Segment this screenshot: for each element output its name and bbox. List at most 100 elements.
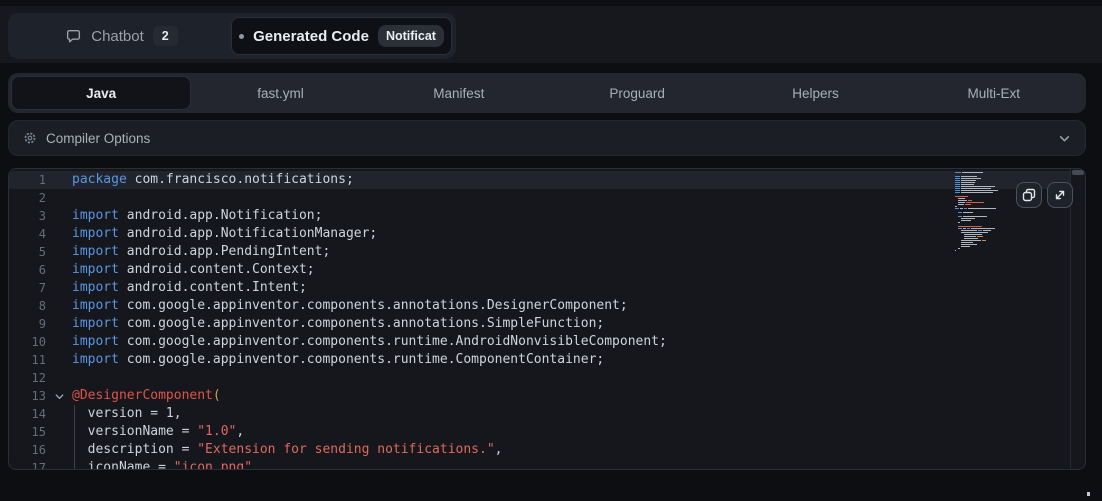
minimap-segment [958,204,964,205]
code-token: import [72,262,119,277]
code-line[interactable]: 5import android.app.PendingIntent; [9,243,1070,261]
header-tab-generated-code[interactable]: Generated CodeNotificat [231,17,452,55]
code-text: import android.content.Context; [72,261,315,279]
gutter-spacer [46,459,72,470]
line-number: 12 [9,369,46,387]
code-token: com.google.appinventor.components.annota… [119,316,604,331]
gutter-spacer [46,243,72,261]
chat-bubble-icon [65,28,82,45]
line-number: 7 [9,279,46,297]
file-tab-bar: Javafast.yml Manifest Proguard Helpers Multi… [8,73,1086,113]
code-token: android.app.NotificationManager; [119,226,377,241]
file-tab-label: Manifest [433,86,484,101]
line-number: 4 [9,225,46,243]
line-number: 1 [9,171,46,189]
minimap-row [955,216,1013,217]
code-line[interactable]: 7import android.content.Intent; [9,279,1070,297]
code-token: iconName = [72,460,174,470]
file-tab-fast-yml[interactable]: fast.yml [191,76,369,110]
minimap-row [955,192,1013,193]
code-text: description = "Extension for sending not… [72,441,502,459]
gutter-spacer [46,405,72,423]
gutter-spacer [46,423,72,441]
minimap-segment [961,246,970,247]
minimap-segment [958,198,965,199]
minimap-segment [961,192,993,193]
minimap-row [955,190,1013,191]
line-number: 16 [9,441,46,459]
minimap-row [955,220,1013,221]
code-line[interactable]: 13@DesignerComponent( [9,387,1070,405]
code-line[interactable]: 10import com.google.appinventor.componen… [9,333,1070,351]
minimap-segment [961,182,975,183]
file-tab-multi-ext[interactable]: Multi-Ext [905,76,1083,110]
minimap-row [955,226,1013,227]
code-line[interactable]: 9import com.google.appinventor.component… [9,315,1070,333]
minimap-segment [963,228,966,229]
file-tab-label: Proguard [609,86,665,101]
fold-chevron-icon[interactable] [46,387,72,405]
code-line[interactable]: 6import android.content.Context; [9,261,1070,279]
minimap-segment [961,188,991,189]
minimap-segment [961,184,974,185]
code-line[interactable]: 3import android.app.Notification; [9,207,1070,225]
scrollbar-thumb[interactable] [1072,170,1084,175]
minimap-row [955,224,1013,225]
minimap-row [955,234,1013,235]
minimap-row [955,198,1013,199]
code-text: import com.google.appinventor.components… [72,351,604,369]
minimap-segment [955,206,957,207]
code-line[interactable]: 2 [9,189,1070,207]
minimap[interactable] [955,172,1013,252]
minimap-row [955,204,1013,205]
chevron-down-icon[interactable] [1058,132,1071,145]
gutter-spacer [46,207,72,225]
code-token: import [72,244,119,259]
line-number: 17 [9,459,46,470]
code-line[interactable]: 12 [9,369,1070,387]
file-tab-manifest[interactable]: Manifest [370,76,548,110]
code-line[interactable]: 11import com.google.appinventor.componen… [9,351,1070,369]
code-text: import android.app.Notification; [72,207,322,225]
minimap-segment [961,220,971,221]
code-line[interactable]: 4import android.app.NotificationManager; [9,225,1070,243]
minimap-segment [977,236,983,237]
minimap-segment [955,178,960,179]
copy-button[interactable] [1016,182,1042,208]
file-tab-proguard[interactable]: Proguard [548,76,726,110]
minimap-segment [971,228,995,229]
code-line[interactable]: 8import com.google.appinventor.component… [9,297,1070,315]
expand-button[interactable] [1047,182,1073,208]
line-number: 15 [9,423,46,441]
code-line[interactable]: 14 version = 1, [9,405,1070,423]
code-text: import com.google.appinventor.components… [72,297,628,315]
header-tab-badge: 2 [153,26,178,46]
code-line[interactable]: 15 versionName = "1.0", [9,423,1070,441]
minimap-segment [982,240,986,241]
minimap-row [955,200,1013,201]
compiler-options-bar[interactable]: Compiler Options [8,120,1086,156]
minimap-segment [958,226,982,227]
scrollbar-track[interactable] [1070,169,1071,469]
header-tab-chatbot[interactable]: Chatbot2 [12,17,231,55]
code-lines[interactable]: 1package com.francisco.notifications;23i… [9,171,1070,470]
minimap-row [955,248,1013,249]
minimap-segment [958,216,962,217]
minimap-segment [955,196,968,197]
file-tab-label: Helpers [792,86,839,101]
minimap-segment [961,186,995,187]
code-token: import [72,352,119,367]
code-line[interactable]: 17 iconName = "icon.png" [9,459,1070,470]
minimap-row [955,212,1013,213]
minimap-segment [955,172,961,173]
line-number: 2 [9,189,46,207]
minimap-row [955,188,1013,189]
file-tab-label: Multi-Ext [968,86,1021,101]
file-tab-java[interactable]: Java [11,76,191,110]
minimap-segment [965,204,971,205]
file-tab-helpers[interactable]: Helpers [726,76,904,110]
code-line[interactable]: 16 description = "Extension for sending … [9,441,1070,459]
minimap-segment [955,192,960,193]
cursor-artifact [1087,492,1090,496]
code-line[interactable]: 1package com.francisco.notifications; [9,171,1070,189]
